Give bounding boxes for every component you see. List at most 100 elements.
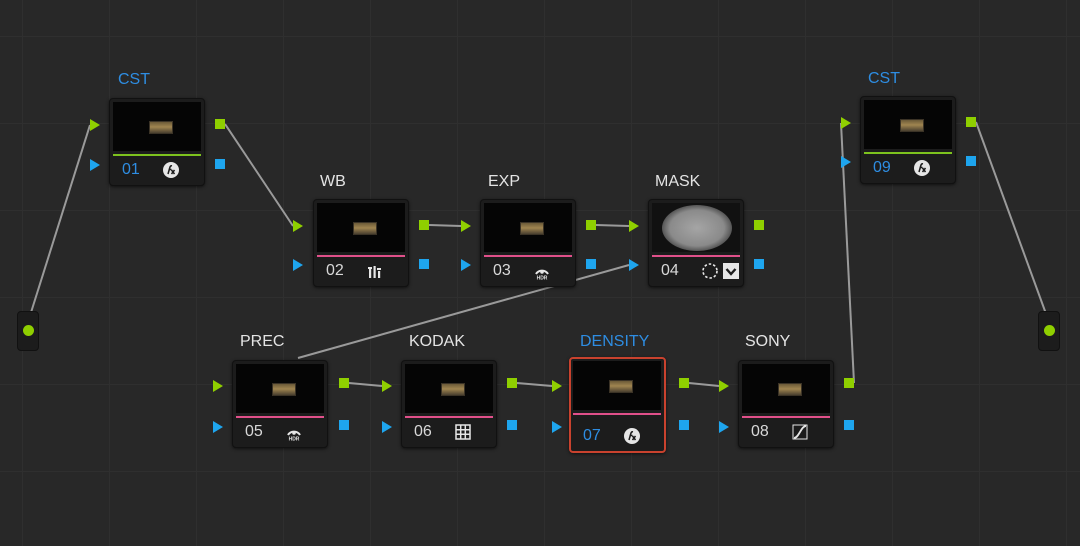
fx-icon xyxy=(623,427,641,445)
node-graph-canvas[interactable]: CST 01 WB 02 EXP 03 HDR MASK 04 PREC 05 … xyxy=(0,0,1080,546)
node-05-rgb-output[interactable] xyxy=(339,378,349,388)
node-thumbnail xyxy=(652,203,740,252)
node-07-rgb-output[interactable] xyxy=(679,378,689,388)
node-07-selected[interactable]: 07 xyxy=(569,357,666,453)
node-thumbnail xyxy=(864,100,952,149)
node-01[interactable]: 01 xyxy=(109,98,205,186)
node-03-rgb-output[interactable] xyxy=(586,220,596,230)
connection-01-02[interactable] xyxy=(224,123,294,227)
node-number: 07 xyxy=(583,427,601,444)
node-01-rgb-output[interactable] xyxy=(215,119,225,129)
node-bar xyxy=(236,416,324,418)
lut-grid-icon xyxy=(454,423,472,441)
node-label-cst-09: CST xyxy=(868,70,900,87)
node-09-alpha-output[interactable] xyxy=(966,156,976,166)
node-02-alpha-output[interactable] xyxy=(419,259,429,269)
node-08[interactable]: 08 xyxy=(738,360,834,448)
node-thumbnail xyxy=(317,203,405,252)
node-02-rgb-input[interactable] xyxy=(293,220,303,232)
node-01-alpha-output[interactable] xyxy=(215,159,225,169)
connection-06-07[interactable] xyxy=(516,382,553,387)
connection-02-03[interactable] xyxy=(428,224,462,227)
svg-text:HDR: HDR xyxy=(289,437,300,442)
hdr-icon: HDR xyxy=(533,262,551,282)
connection-03-04[interactable] xyxy=(595,224,630,227)
fx-icon xyxy=(913,159,931,177)
node-label-mask: MASK xyxy=(655,173,701,190)
hdr-icon: HDR xyxy=(285,423,303,443)
node-09-alpha-input[interactable] xyxy=(841,156,851,168)
node-08-rgb-output[interactable] xyxy=(844,378,854,388)
node-04-alpha-input[interactable] xyxy=(629,259,639,271)
node-number: 02 xyxy=(326,262,344,279)
node-number: 05 xyxy=(245,423,263,440)
node-07-alpha-output[interactable] xyxy=(679,420,689,430)
node-number: 03 xyxy=(493,262,511,279)
node-05[interactable]: 05 HDR xyxy=(232,360,328,448)
node-06-rgb-output[interactable] xyxy=(507,378,517,388)
svg-text:HDR: HDR xyxy=(537,276,548,281)
node-07-rgb-input[interactable] xyxy=(552,380,562,392)
node-06-alpha-input[interactable] xyxy=(382,421,392,433)
node-06-rgb-input[interactable] xyxy=(382,380,392,392)
node-thumbnail xyxy=(484,203,572,252)
source-node[interactable] xyxy=(17,311,39,351)
node-bar xyxy=(113,154,201,156)
node-04-rgb-input[interactable] xyxy=(629,220,639,232)
node-label-density: DENSITY xyxy=(580,333,650,350)
node-thumbnail xyxy=(113,102,201,151)
fx-icon xyxy=(162,161,180,179)
connection-07-08[interactable] xyxy=(688,382,720,387)
node-06-alpha-output[interactable] xyxy=(507,420,517,430)
node-label-cst-01: CST xyxy=(118,71,150,88)
node-08-rgb-input[interactable] xyxy=(719,380,729,392)
node-number: 01 xyxy=(122,161,140,178)
output-input-port[interactable] xyxy=(1044,325,1055,336)
curves-icon xyxy=(791,423,809,441)
output-node[interactable] xyxy=(1038,311,1060,351)
node-number: 08 xyxy=(751,423,769,440)
node-04-rgb-output[interactable] xyxy=(754,220,764,230)
node-02-alpha-input[interactable] xyxy=(293,259,303,271)
node-05-rgb-input[interactable] xyxy=(213,380,223,392)
node-bar xyxy=(652,255,740,257)
node-number: 04 xyxy=(661,262,679,279)
node-03-rgb-input[interactable] xyxy=(461,220,471,232)
node-label-wb: WB xyxy=(320,173,346,190)
node-03[interactable]: 03 HDR xyxy=(480,199,576,287)
node-09-rgb-output[interactable] xyxy=(966,117,976,127)
node-08-alpha-input[interactable] xyxy=(719,421,729,433)
node-bar xyxy=(484,255,572,257)
node-bar xyxy=(405,416,493,418)
node-03-alpha-input[interactable] xyxy=(461,259,471,271)
node-thumbnail xyxy=(405,364,493,413)
node-05-alpha-output[interactable] xyxy=(339,420,349,430)
source-output-port[interactable] xyxy=(23,325,34,336)
connection-05-06[interactable] xyxy=(348,382,383,387)
node-02-rgb-output[interactable] xyxy=(419,220,429,230)
node-05-alpha-input[interactable] xyxy=(213,421,223,433)
node-03-alpha-output[interactable] xyxy=(586,259,596,269)
connection-09-output[interactable] xyxy=(975,121,1050,323)
node-bar xyxy=(864,152,952,154)
connection-source-01[interactable] xyxy=(27,124,91,323)
node-09-rgb-input[interactable] xyxy=(841,117,851,129)
node-04-alpha-output[interactable] xyxy=(754,259,764,269)
node-bar xyxy=(317,255,405,257)
node-09[interactable]: 09 xyxy=(860,96,956,184)
node-bar xyxy=(573,413,661,415)
node-06[interactable]: 06 xyxy=(401,360,497,448)
node-bar xyxy=(742,416,830,418)
levels-icon xyxy=(366,262,384,280)
node-thumbnail xyxy=(742,364,830,413)
node-08-alpha-output[interactable] xyxy=(844,420,854,430)
node-07-alpha-input[interactable] xyxy=(552,421,562,433)
node-01-alpha-input[interactable] xyxy=(90,159,100,171)
node-01-rgb-input[interactable] xyxy=(90,119,100,131)
node-thumbnail xyxy=(573,361,661,410)
node-number: 06 xyxy=(414,423,432,440)
node-label-exp: EXP xyxy=(488,173,521,190)
window-mask-icon xyxy=(701,262,739,280)
node-04[interactable]: 04 xyxy=(648,199,744,287)
node-02[interactable]: 02 xyxy=(313,199,409,287)
